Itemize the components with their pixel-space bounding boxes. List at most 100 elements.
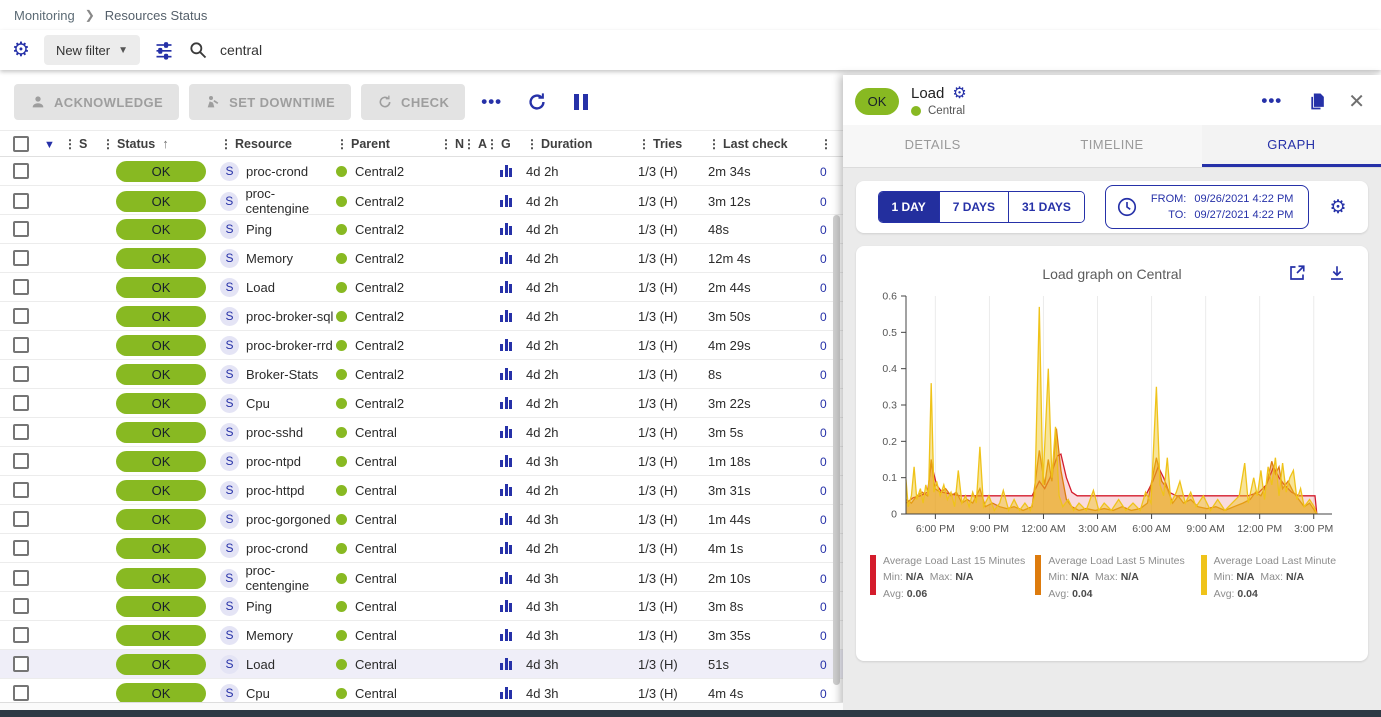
graph-icon[interactable]: [500, 165, 526, 177]
vertical-scrollbar[interactable]: [833, 215, 840, 685]
graph-icon[interactable]: [500, 223, 526, 235]
resource-settings-gear-icon[interactable]: ⚙: [952, 86, 966, 102]
select-menu-caret-icon[interactable]: ▼: [44, 139, 55, 151]
parent-name[interactable]: Central2: [355, 164, 404, 179]
graph-icon[interactable]: [500, 310, 526, 322]
column-header-action[interactable]: ⋮A: [463, 137, 486, 151]
copy-link-icon[interactable]: [1308, 91, 1328, 111]
check-button[interactable]: CHECK: [361, 84, 465, 120]
resource-name[interactable]: Cpu: [246, 686, 270, 701]
parent-name[interactable]: Central: [355, 512, 397, 527]
resource-name[interactable]: Load: [246, 280, 275, 295]
parent-name[interactable]: Central: [355, 425, 397, 440]
legend-item[interactable]: Average Load Last MinuteMin: N/A Max: N/…: [1201, 553, 1356, 602]
resource-name[interactable]: proc-centengine: [245, 186, 336, 216]
resource-name[interactable]: proc-centengine: [245, 563, 336, 593]
resource-name[interactable]: proc-crond: [246, 164, 308, 179]
parent-name[interactable]: Central: [355, 657, 397, 672]
row-checkbox[interactable]: [13, 395, 29, 411]
graph-icon[interactable]: [500, 572, 526, 584]
column-header-resource[interactable]: ⋮Resource: [220, 137, 336, 151]
row-checkbox[interactable]: [13, 511, 29, 527]
parent-name[interactable]: Central2: [355, 309, 404, 324]
row-checkbox[interactable]: [13, 453, 29, 469]
column-header-notes[interactable]: ⋮N: [440, 137, 463, 151]
row-checkbox[interactable]: [13, 337, 29, 353]
row-checkbox[interactable]: [13, 482, 29, 498]
graph-icon[interactable]: [500, 252, 526, 264]
filter-settings-gear-icon[interactable]: ⚙: [12, 40, 30, 60]
resource-name[interactable]: proc-httpd: [246, 483, 305, 498]
graph-settings-gear-icon[interactable]: ⚙: [1329, 198, 1346, 217]
open-in-new-icon[interactable]: [1288, 264, 1306, 282]
column-header-last-check[interactable]: ⋮Last check: [708, 137, 820, 151]
new-filter-dropdown[interactable]: New filter ▼: [44, 35, 140, 65]
range-button-1-day[interactable]: 1 DAY: [879, 192, 939, 222]
range-button-31-days[interactable]: 31 DAYS: [1008, 192, 1084, 222]
graph-icon[interactable]: [500, 368, 526, 380]
row-checkbox[interactable]: [13, 540, 29, 556]
resource-name[interactable]: Memory: [246, 251, 293, 266]
row-checkbox[interactable]: [13, 221, 29, 237]
from-to-picker[interactable]: FROM: 09/26/2021 4:22 PM TO: 09/27/2021 …: [1105, 185, 1310, 229]
set-downtime-button[interactable]: SET DOWNTIME: [189, 84, 351, 120]
pause-button[interactable]: [574, 94, 588, 110]
row-checkbox[interactable]: [13, 163, 29, 179]
parent-name[interactable]: Central: [355, 541, 397, 556]
resource-name[interactable]: proc-sshd: [246, 425, 303, 440]
tab-graph[interactable]: GRAPH: [1202, 125, 1381, 167]
tab-timeline[interactable]: TIMELINE: [1022, 125, 1201, 167]
graph-icon[interactable]: [500, 397, 526, 409]
select-all-checkbox[interactable]: [13, 136, 29, 152]
column-header-status[interactable]: ⋮Status↑: [102, 136, 220, 151]
parent-name[interactable]: Central2: [355, 280, 404, 295]
graph-icon[interactable]: [500, 281, 526, 293]
parent-name[interactable]: Central: [355, 686, 397, 701]
resource-name[interactable]: proc-broker-sql: [246, 309, 333, 324]
resource-name[interactable]: proc-ntpd: [246, 454, 301, 469]
close-panel-icon[interactable]: ✕: [1348, 89, 1365, 114]
load-chart[interactable]: 00.10.20.30.40.50.66:00 PM9:00 PM12:00 A…: [864, 282, 1369, 544]
resource-name[interactable]: Cpu: [246, 396, 270, 411]
parent-name[interactable]: Central2: [355, 338, 404, 353]
column-header-severity[interactable]: ⋮S: [64, 137, 102, 151]
row-checkbox[interactable]: [13, 308, 29, 324]
parent-name[interactable]: Central: [355, 454, 397, 469]
graph-icon[interactable]: [500, 629, 526, 641]
column-header-graph[interactable]: ⋮G: [486, 137, 526, 151]
range-button-7-days[interactable]: 7 DAYS: [939, 192, 1008, 222]
parent-name[interactable]: Central2: [355, 396, 404, 411]
breadcrumb-monitoring[interactable]: Monitoring: [14, 8, 75, 23]
row-checkbox[interactable]: [13, 424, 29, 440]
sort-asc-icon[interactable]: ↑: [162, 136, 169, 151]
parent-name[interactable]: Central2: [355, 194, 404, 209]
parent-name[interactable]: Central: [355, 628, 397, 643]
row-checkbox[interactable]: [13, 685, 29, 701]
row-checkbox[interactable]: [13, 193, 29, 209]
graph-icon[interactable]: [500, 513, 526, 525]
resource-name[interactable]: Broker-Stats: [246, 367, 318, 382]
search-input[interactable]: [220, 42, 640, 58]
horizontal-scrollbar[interactable]: [0, 710, 1381, 717]
parent-name[interactable]: Central: [355, 599, 397, 614]
column-header-duration[interactable]: ⋮Duration: [526, 137, 638, 151]
graph-icon[interactable]: [500, 484, 526, 496]
row-checkbox[interactable]: [13, 598, 29, 614]
resource-name[interactable]: proc-crond: [246, 541, 308, 556]
graph-icon[interactable]: [500, 687, 526, 699]
column-header-tries[interactable]: ⋮Tries: [638, 137, 708, 151]
acknowledge-button[interactable]: ACKNOWLEDGE: [14, 84, 179, 120]
legend-item[interactable]: Average Load Last 15 MinutesMin: N/A Max…: [870, 553, 1025, 602]
resource-name[interactable]: proc-broker-rrd: [246, 338, 333, 353]
more-actions-icon[interactable]: •••: [481, 92, 502, 112]
parent-name[interactable]: Central2: [355, 222, 404, 237]
resource-name[interactable]: Ping: [246, 599, 272, 614]
search-field[interactable]: [188, 40, 1369, 60]
row-checkbox[interactable]: [13, 250, 29, 266]
row-checkbox[interactable]: [13, 570, 29, 586]
parent-name[interactable]: Central: [355, 571, 397, 586]
graph-icon[interactable]: [500, 542, 526, 554]
graph-icon[interactable]: [500, 455, 526, 467]
column-header-parent[interactable]: ⋮Parent: [336, 137, 440, 151]
parent-name[interactable]: Central2: [355, 251, 404, 266]
